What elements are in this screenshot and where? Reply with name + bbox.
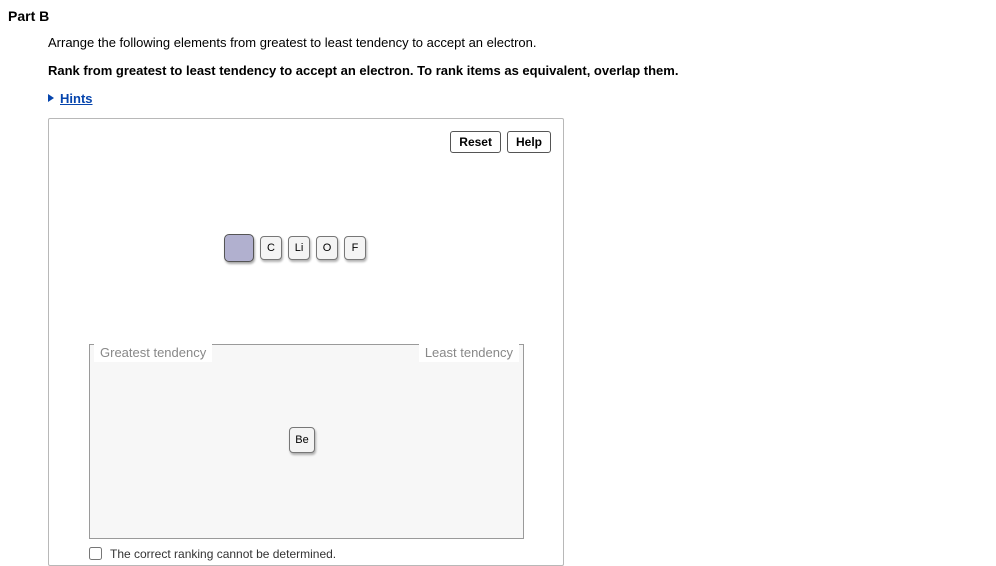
element-tile-o[interactable]: O <box>316 236 338 260</box>
hints-toggle[interactable]: Hints <box>48 91 93 106</box>
element-tile-c[interactable]: C <box>260 236 282 260</box>
part-title: Part B <box>8 8 996 24</box>
ranking-label-right: Least tendency <box>419 344 519 362</box>
instruction-bold: Rank from greatest to least tendency to … <box>48 62 996 80</box>
hints-label: Hints <box>60 91 93 106</box>
ranking-label-left: Greatest tendency <box>94 344 212 362</box>
content-area: Arrange the following elements from grea… <box>8 34 996 566</box>
element-tile-be[interactable]: Be <box>289 427 315 453</box>
ranking-workspace: Reset Help C Li O F Greatest tendency Le… <box>48 118 564 566</box>
cannot-determine-row[interactable]: The correct ranking cannot be determined… <box>89 547 336 561</box>
reset-button[interactable]: Reset <box>450 131 501 153</box>
workspace-toolbar: Reset Help <box>450 131 551 153</box>
instruction-text: Arrange the following elements from grea… <box>48 34 996 52</box>
ranking-dropzone[interactable]: Greatest tendency Least tendency Be <box>89 344 524 539</box>
element-tile-li[interactable]: Li <box>288 236 310 260</box>
staging-row: C Li O F <box>224 234 366 262</box>
cannot-determine-label: The correct ranking cannot be determined… <box>110 547 336 561</box>
help-button[interactable]: Help <box>507 131 551 153</box>
drag-ghost-tile[interactable] <box>224 234 254 262</box>
element-tile-f[interactable]: F <box>344 236 366 260</box>
cannot-determine-checkbox[interactable] <box>89 547 102 560</box>
caret-right-icon <box>48 94 54 102</box>
